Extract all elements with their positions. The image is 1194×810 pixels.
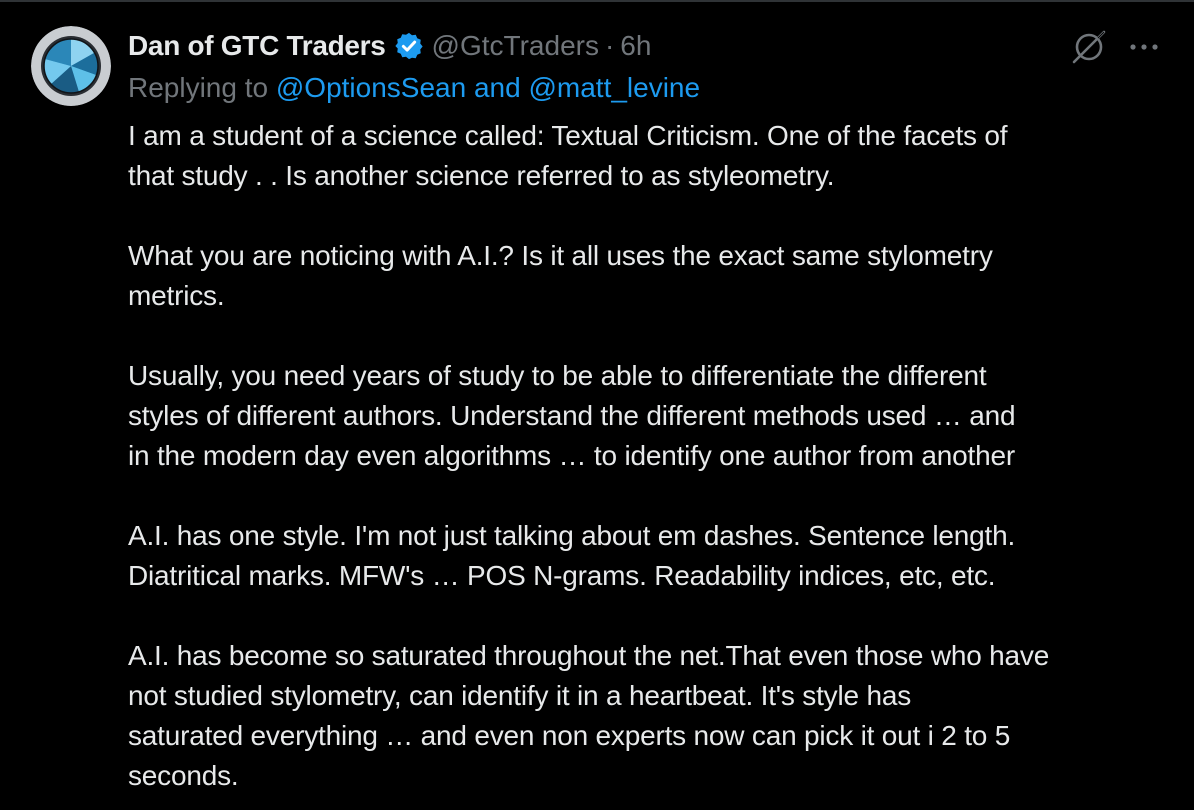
reply-mentions-link[interactable]: @OptionsSean and @matt_levine bbox=[276, 72, 700, 103]
author-handle[interactable]: @GtcTraders bbox=[432, 30, 599, 62]
more-options-icon[interactable] bbox=[1128, 36, 1160, 58]
tweet-paragraph: Usually, you need years of study to be a… bbox=[128, 360, 1016, 471]
tweet-paragraph: A.I. has one style. I'm not just talking… bbox=[128, 520, 1016, 591]
tweet-paragraph: I am a student of a science called: Text… bbox=[128, 120, 1008, 191]
author-display-name[interactable]: Dan of GTC Traders bbox=[128, 30, 386, 62]
replying-to-prefix: Replying to bbox=[128, 72, 276, 103]
grok-icon[interactable] bbox=[1070, 28, 1108, 66]
tweet-body: I am a student of a science called: Text… bbox=[128, 116, 1178, 796]
replying-to-line: Replying to @OptionsSean and @matt_levin… bbox=[128, 72, 700, 104]
tweet-timestamp[interactable]: 6h bbox=[620, 30, 651, 62]
tweet-header: Dan of GTC Traders @GtcTraders · 6h bbox=[128, 24, 651, 68]
tweet[interactable]: Dan of GTC Traders @GtcTraders · 6h Repl… bbox=[0, 0, 1194, 810]
avatar[interactable] bbox=[31, 26, 111, 106]
tweet-paragraph: What you are noticing with A.I.? Is it a… bbox=[128, 240, 993, 311]
time-separator: · bbox=[604, 30, 615, 61]
verified-badge-icon[interactable] bbox=[394, 31, 424, 61]
tweet-paragraph: A.I. has become so saturated throughout … bbox=[128, 640, 1050, 791]
